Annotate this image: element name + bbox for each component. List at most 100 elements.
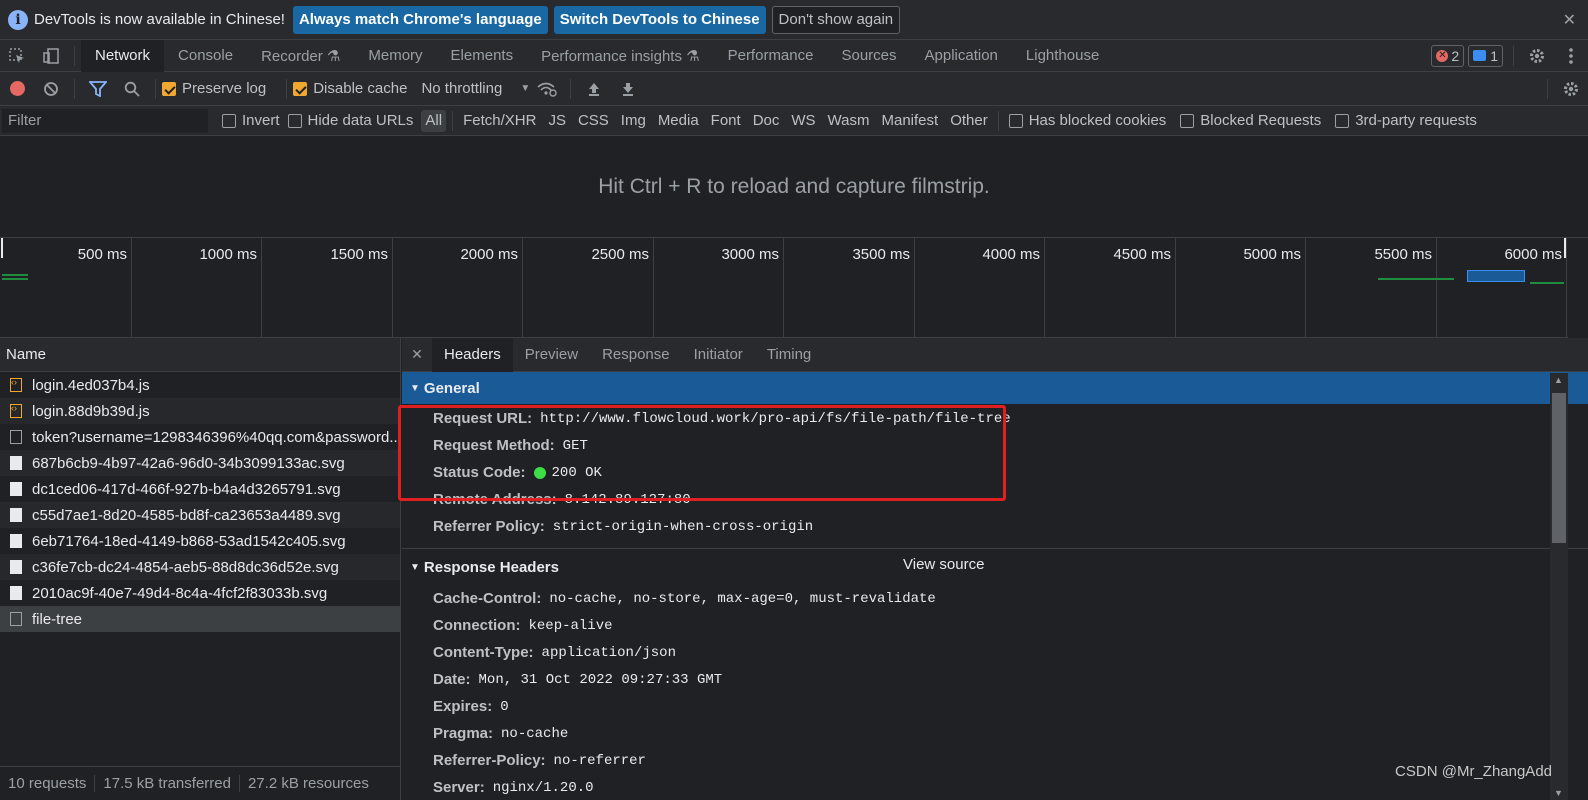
type-filter-css[interactable]: CSS bbox=[574, 110, 613, 132]
document-file-icon bbox=[10, 612, 22, 626]
hide-data-urls-checkbox[interactable]: Hide data URLs bbox=[287, 112, 413, 129]
request-row[interactable]: file-tree bbox=[0, 606, 400, 632]
scrollbar[interactable]: ▲ ▼ bbox=[1550, 373, 1568, 800]
request-row[interactable]: 6eb71764-18ed-4149-b868-53ad1542c405.svg bbox=[0, 528, 400, 554]
request-row[interactable]: login.88d9b39d.js bbox=[0, 398, 400, 424]
type-filter-font[interactable]: Font bbox=[707, 110, 745, 132]
tab-performance-insights[interactable]: Performance insights ⚗ bbox=[527, 40, 714, 72]
type-filter-js[interactable]: JS bbox=[544, 110, 570, 132]
switch-to-chinese-button[interactable]: Switch DevTools to Chinese bbox=[553, 5, 766, 34]
view-source-link[interactable]: View source bbox=[903, 556, 984, 573]
divider bbox=[1547, 78, 1548, 99]
tab-elements[interactable]: Elements bbox=[437, 40, 528, 72]
overview-selection-window[interactable] bbox=[1467, 270, 1525, 282]
info-icon: i bbox=[8, 9, 28, 30]
close-icon[interactable]: ✕ bbox=[402, 346, 432, 363]
general-section-header[interactable]: ▼ General bbox=[402, 372, 1588, 404]
settings-gear-icon[interactable] bbox=[1520, 40, 1554, 72]
has-blocked-cookies-checkbox[interactable]: Has blocked cookies bbox=[1008, 112, 1166, 129]
request-row[interactable]: 2010ac9f-40e7-49d4-8c4a-4fcf2f83033b.svg bbox=[0, 580, 400, 606]
overview-tick-label: 3000 ms bbox=[721, 246, 779, 263]
tab-lighthouse[interactable]: Lighthouse bbox=[1012, 40, 1113, 72]
scrollbar-thumb[interactable] bbox=[1552, 393, 1566, 543]
request-row[interactable]: c55d7ae1-8d20-4585-bd8f-ca23653a4489.svg bbox=[0, 502, 400, 528]
tab-application[interactable]: Application bbox=[911, 40, 1012, 72]
header-key: Connection: bbox=[433, 617, 521, 634]
dont-show-again-button[interactable]: Don't show again bbox=[771, 5, 901, 34]
inspect-element-icon[interactable] bbox=[0, 40, 34, 72]
network-conditions-icon[interactable] bbox=[530, 72, 564, 106]
tab-console[interactable]: Console bbox=[164, 40, 247, 72]
request-row[interactable]: 687b6cb9-4b97-42a6-96d0-34b3099133ac.svg bbox=[0, 450, 400, 476]
infobar-message: DevTools is now available in Chinese! bbox=[34, 11, 285, 28]
type-filter-fetch-xhr[interactable]: Fetch/XHR bbox=[459, 110, 540, 132]
request-row[interactable]: token?username=1298346396%40qq.com&passw… bbox=[0, 424, 400, 450]
always-match-language-button[interactable]: Always match Chrome's language bbox=[292, 5, 548, 34]
disable-cache-checkbox[interactable]: Disable cache bbox=[293, 80, 407, 97]
name-column-header[interactable]: Name bbox=[0, 338, 400, 372]
network-settings-gear-icon[interactable] bbox=[1554, 72, 1588, 106]
type-filter-manifest[interactable]: Manifest bbox=[878, 110, 943, 132]
tab-memory[interactable]: Memory bbox=[354, 40, 436, 72]
detail-tab-timing[interactable]: Timing bbox=[755, 338, 823, 372]
request-row[interactable]: dc1ced06-417d-466f-927b-b4a4d3265791.svg bbox=[0, 476, 400, 502]
import-har-icon[interactable] bbox=[577, 72, 611, 106]
type-filter-wasm[interactable]: Wasm bbox=[824, 110, 874, 132]
response-headers-title: Response Headers bbox=[423, 558, 559, 576]
detail-tab-preview[interactable]: Preview bbox=[513, 338, 590, 372]
tab-network[interactable]: Network bbox=[81, 39, 165, 72]
type-filter-img[interactable]: Img bbox=[617, 110, 650, 132]
type-filter-doc[interactable]: Doc bbox=[749, 110, 784, 132]
tab-performance[interactable]: Performance bbox=[714, 40, 828, 72]
device-toolbar-icon[interactable] bbox=[34, 40, 68, 72]
requests-panel: Name login.4ed037b4.js login.88d9b39d.js t… bbox=[0, 338, 401, 800]
filter-icon[interactable] bbox=[81, 72, 115, 106]
throttling-select[interactable]: No throttling ▼ bbox=[421, 80, 530, 97]
messages-badge[interactable]: 1 bbox=[1468, 44, 1503, 67]
request-name: 2010ac9f-40e7-49d4-8c4a-4fcf2f83033b.svg bbox=[32, 584, 328, 602]
overview-request-bar bbox=[1378, 278, 1454, 280]
close-icon[interactable]: ✕ bbox=[1563, 10, 1576, 30]
request-row[interactable]: login.4ed037b4.js bbox=[0, 372, 400, 398]
type-filter-other[interactable]: Other bbox=[946, 110, 992, 132]
third-party-requests-checkbox[interactable]: 3rd-party requests bbox=[1335, 112, 1477, 129]
divider bbox=[74, 78, 75, 99]
filter-input[interactable]: Filter bbox=[2, 108, 208, 133]
type-filter-media[interactable]: Media bbox=[654, 110, 703, 132]
highlight-box bbox=[398, 405, 1006, 501]
preserve-log-checkbox[interactable]: Preserve log bbox=[162, 80, 266, 97]
type-filter-all[interactable]: All bbox=[421, 109, 447, 132]
tab-recorder[interactable]: Recorder ⚗ bbox=[247, 40, 354, 72]
network-toolbar: Preserve log Disable cache No throttling… bbox=[0, 72, 1588, 106]
response-headers-section-header[interactable]: ▼ Response Headers bbox=[402, 551, 1588, 583]
scroll-down-icon[interactable]: ▼ bbox=[1554, 788, 1563, 798]
tab-sources[interactable]: Sources bbox=[827, 40, 910, 72]
request-row[interactable]: c36fe7cb-dc24-4854-aeb5-88d8dc36d52e.svg bbox=[0, 554, 400, 580]
overview-start-handle[interactable] bbox=[1, 238, 3, 258]
timeline-overview[interactable]: 500 ms 1000 ms 1500 ms 2000 ms 2500 ms 3000 m… bbox=[0, 238, 1568, 338]
clear-icon[interactable] bbox=[34, 72, 68, 106]
image-file-icon bbox=[10, 560, 22, 574]
record-button[interactable] bbox=[0, 72, 34, 106]
export-har-icon[interactable] bbox=[611, 72, 645, 106]
detail-tab-headers[interactable]: Headers bbox=[432, 337, 513, 372]
request-name: dc1ced06-417d-466f-927b-b4a4d3265791.svg bbox=[32, 480, 341, 498]
request-name: c36fe7cb-dc24-4854-aeb5-88d8dc36d52e.svg bbox=[32, 558, 339, 576]
overview-end-handle[interactable] bbox=[1564, 238, 1566, 258]
scroll-up-icon[interactable]: ▲ bbox=[1554, 375, 1563, 385]
checkbox-icon bbox=[222, 113, 236, 128]
detail-tab-response[interactable]: Response bbox=[590, 338, 682, 372]
overview-tick-label: 6000 ms bbox=[1504, 246, 1562, 263]
more-options-icon[interactable] bbox=[1554, 40, 1588, 72]
type-filter-ws[interactable]: WS bbox=[787, 110, 819, 132]
search-icon[interactable] bbox=[115, 72, 149, 106]
detail-tab-initiator[interactable]: Initiator bbox=[682, 338, 755, 372]
blocked-requests-checkbox[interactable]: Blocked Requests bbox=[1180, 112, 1321, 129]
filter-bar: Filter Invert Hide data URLs All Fetch/XH… bbox=[0, 106, 1588, 136]
overview-tick-label: 5000 ms bbox=[1243, 246, 1301, 263]
overview-gridline bbox=[783, 238, 784, 338]
errors-badge[interactable]: ✕ 2 bbox=[1431, 44, 1465, 67]
header-row: Date: Mon, 31 Oct 2022 09:27:33 GMT bbox=[402, 666, 1588, 693]
invert-checkbox[interactable]: Invert bbox=[222, 112, 280, 129]
script-file-icon bbox=[10, 377, 22, 392]
